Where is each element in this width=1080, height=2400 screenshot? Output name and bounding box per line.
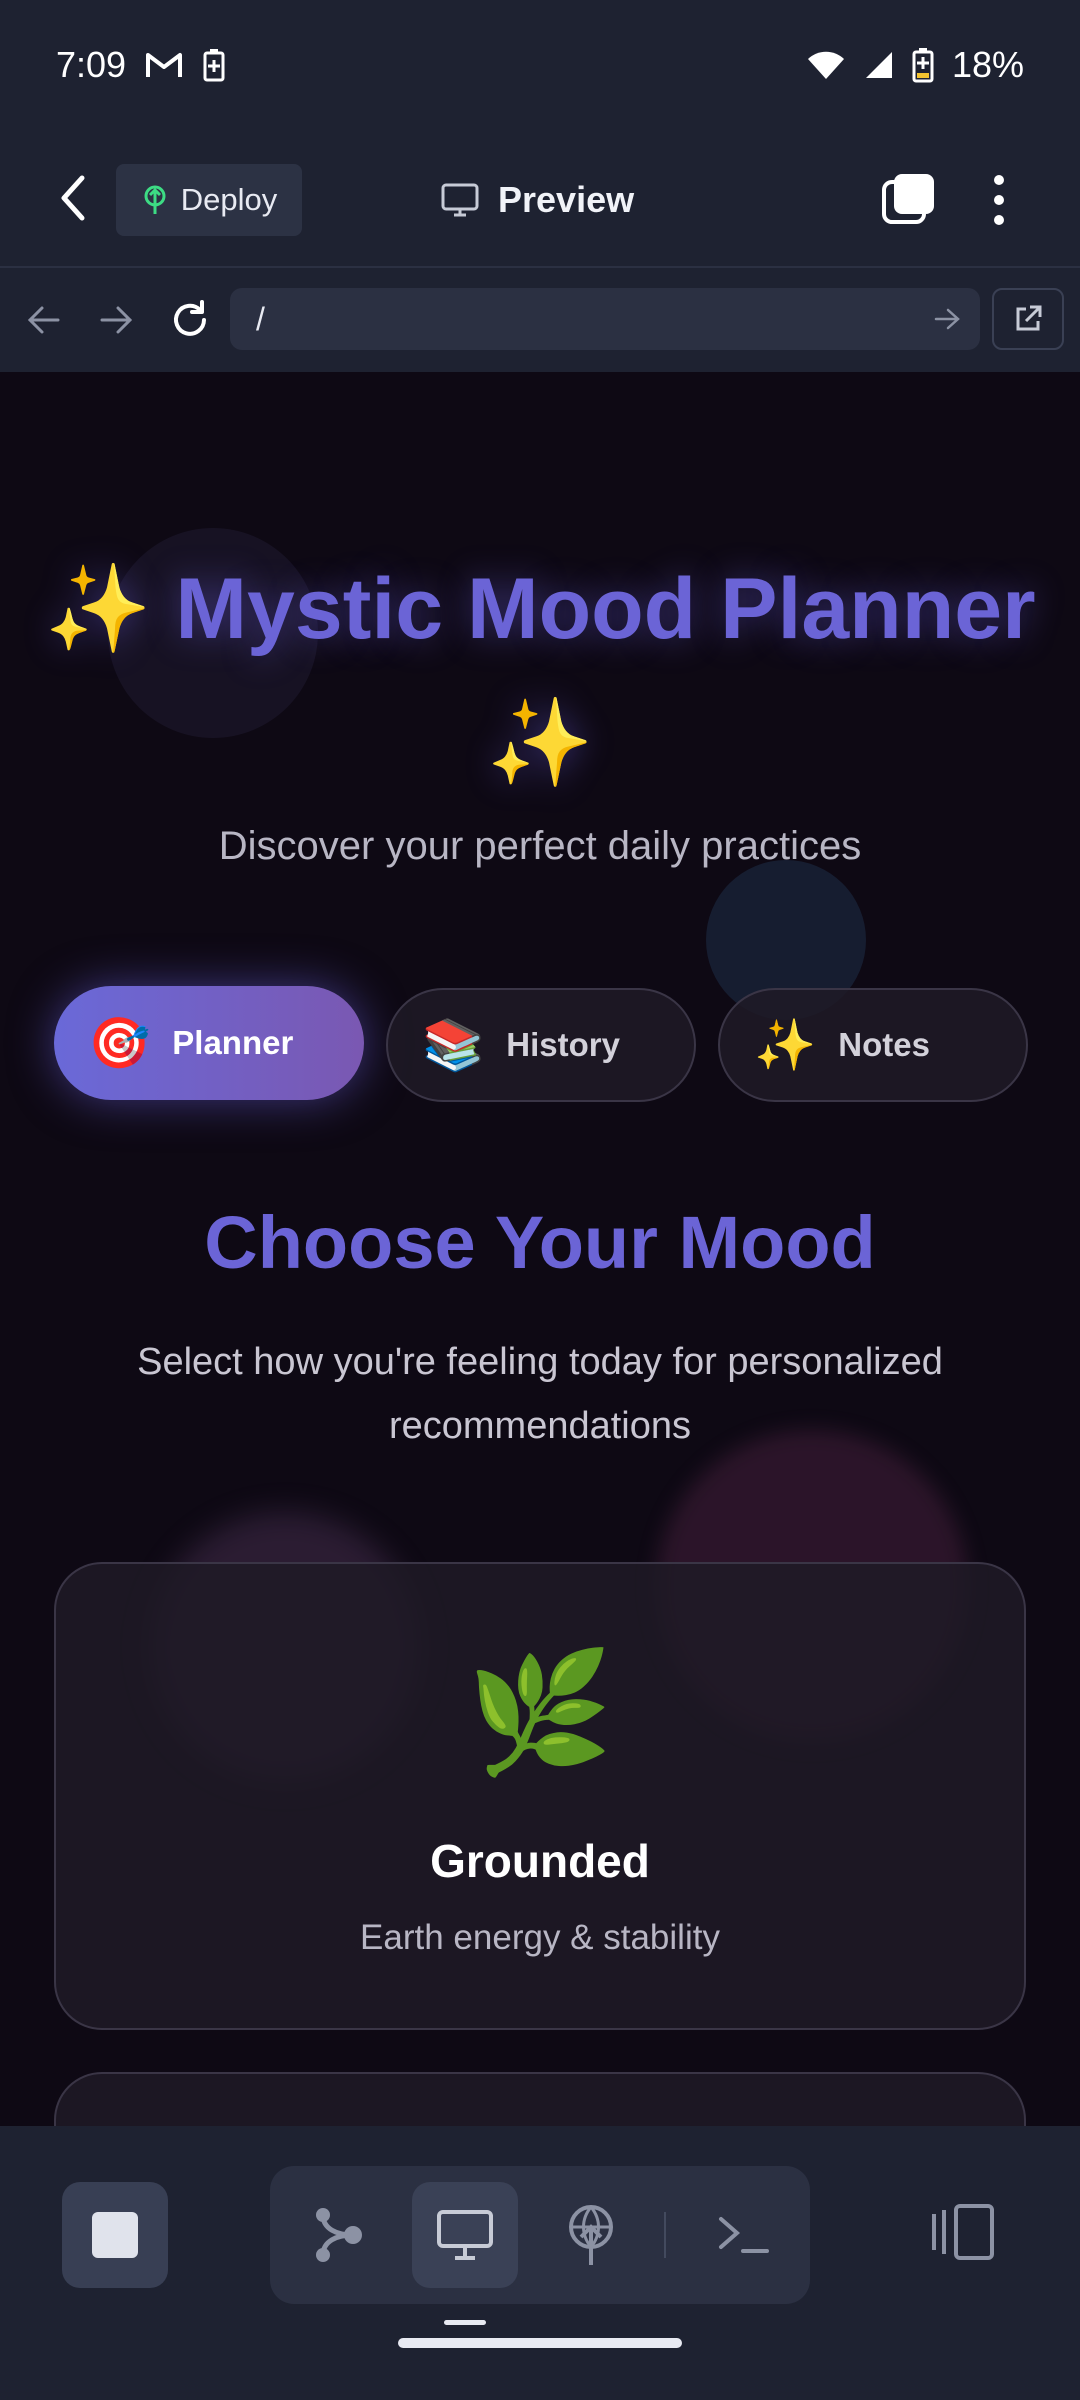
tabs-icon[interactable]	[880, 172, 936, 228]
status-time: 7:09	[56, 44, 127, 85]
home-indicator[interactable]	[398, 2338, 682, 2348]
monitor-icon	[441, 183, 479, 217]
nav-forward-icon[interactable]	[94, 298, 138, 342]
tab-indicator	[444, 2320, 486, 2325]
page-title: ✨ Mystic Mood Planner ✨	[44, 561, 1036, 791]
gmail-icon	[146, 53, 183, 77]
deploy-icon	[569, 2205, 613, 2265]
open-external-button[interactable]	[992, 288, 1064, 350]
sparkles-icon: ✨	[754, 1016, 817, 1073]
battery-percent: 18%	[951, 44, 1024, 85]
wifi-icon	[807, 51, 844, 79]
terminal-icon	[719, 2217, 769, 2253]
side-panel-icon[interactable]	[930, 2202, 996, 2262]
bottom-toolbar	[0, 2126, 1080, 2400]
books-icon: 📚	[422, 1016, 485, 1073]
workflow-icon	[316, 2208, 362, 2262]
stop-button[interactable]	[62, 2182, 168, 2288]
battery-icon	[912, 48, 934, 83]
tool-deploy[interactable]	[538, 2182, 644, 2288]
status-left: 7:09	[56, 44, 226, 86]
url-bar: /	[0, 268, 1080, 372]
section-subtitle: Select how you're feeling today for pers…	[137, 1341, 943, 1447]
tab-label: Planner	[172, 1024, 294, 1061]
mood-card-grounded[interactable]: 🌿 Grounded Earth energy & stability	[54, 1562, 1026, 2030]
tab-planner[interactable]: 🎯 Planner	[54, 986, 364, 1100]
target-icon: 🎯	[88, 1014, 151, 1071]
go-arrow-icon[interactable]	[932, 304, 962, 334]
web-content: ✨ Mystic Mood Planner ✨ Discover your pe…	[0, 372, 1080, 2126]
deploy-button[interactable]: Deploy	[116, 164, 302, 236]
preview-title: Preview	[440, 164, 634, 236]
back-arrow-icon[interactable]	[52, 170, 96, 226]
more-vert-icon[interactable]	[984, 172, 1014, 228]
monitor-icon	[437, 2210, 493, 2260]
app-header: Deploy Preview	[0, 130, 1080, 268]
tab-label: Notes	[838, 1026, 930, 1063]
deploy-icon	[144, 185, 166, 214]
preview-label: Preview	[498, 179, 635, 220]
battery-saver-icon	[203, 49, 225, 82]
page-subtitle: Discover your perfect daily practices	[218, 824, 862, 868]
herb-icon: 🌿	[466, 1647, 614, 1779]
reload-icon[interactable]	[168, 298, 212, 342]
mood-name: Grounded	[430, 1835, 650, 1887]
open-external-icon	[1016, 305, 1042, 331]
tab-notes[interactable]: ✨ Notes	[718, 988, 1028, 1102]
tool-workflow[interactable]	[286, 2182, 392, 2288]
url-text: /	[256, 300, 265, 337]
mood-card-next[interactable]	[54, 2072, 1026, 2126]
mood-description: Earth energy & stability	[360, 1918, 720, 1957]
tab-label: History	[506, 1026, 620, 1063]
tab-history[interactable]: 📚 History	[386, 988, 696, 1102]
stop-icon	[92, 2212, 138, 2258]
tool-preview[interactable]	[412, 2182, 518, 2288]
status-right: 18%	[806, 44, 1024, 86]
tool-console[interactable]	[690, 2182, 796, 2288]
url-input[interactable]: /	[230, 288, 980, 350]
cell-signal-icon	[865, 52, 892, 78]
section-title: Choose Your Mood	[204, 1201, 876, 1284]
nav-back-icon[interactable]	[22, 298, 66, 342]
tool-group	[270, 2166, 810, 2304]
toolbar-divider	[664, 2212, 666, 2258]
status-bar: 7:09 18%	[0, 0, 1080, 130]
deploy-label: Deploy	[180, 182, 278, 217]
